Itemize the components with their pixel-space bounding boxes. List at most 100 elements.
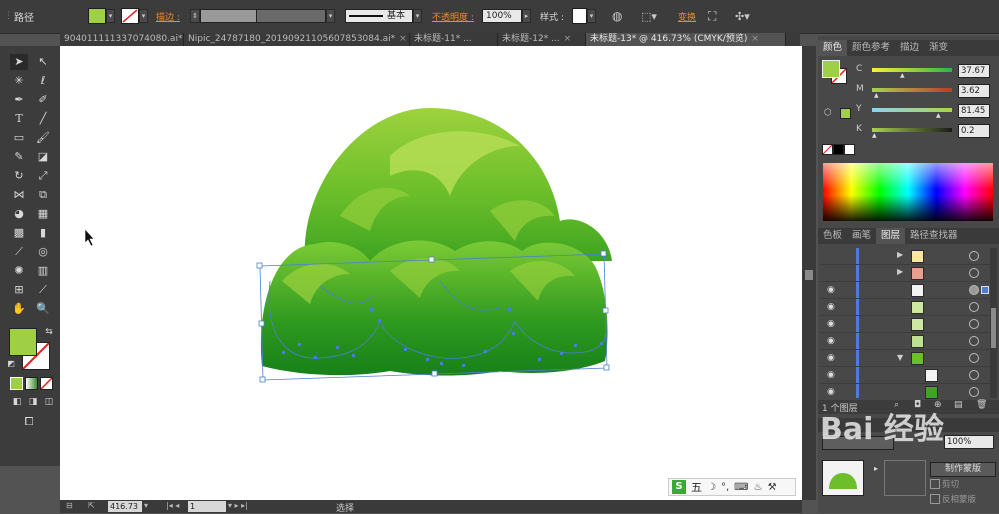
selection-tool-icon[interactable]: ➤ [10, 54, 28, 70]
trash-icon[interactable]: 🗑 [976, 400, 987, 410]
share-icon[interactable]: ⇱ [88, 501, 95, 510]
next-artboard-icon[interactable]: ▾ ▸ ▸| [228, 501, 248, 510]
moon-icon[interactable]: ☽ [707, 482, 716, 493]
free-transform-tool-icon[interactable]: ⧉ [34, 187, 52, 203]
expand-arrow-icon[interactable]: ▶ [897, 267, 903, 276]
envelope-icon[interactable]: ✣▾ [735, 8, 750, 24]
scale-tool-icon[interactable]: ⤢ [34, 168, 52, 184]
tab-color-guide[interactable]: 颜色参考 [847, 40, 895, 56]
slider-m[interactable]: M ▲ 3.62 [856, 84, 999, 99]
none-mode-icon[interactable] [40, 377, 53, 390]
layer-row[interactable]: ◉ [821, 384, 996, 401]
vertical-scrollbar[interactable] [802, 46, 816, 500]
width-tool-icon[interactable]: ⋈ [10, 187, 28, 203]
line-tool-icon[interactable]: ╱ [34, 111, 52, 127]
stroke-weight-stepper[interactable]: ⇕ [190, 9, 200, 23]
bush-illustration[interactable] [60, 46, 802, 500]
tab-doc-active[interactable]: 未标题-13* @ 416.73% (CMYK/预览) × [586, 33, 786, 46]
slice-tool-icon[interactable]: ⟋ [34, 282, 52, 298]
ime-mode-label[interactable]: 五 [691, 479, 702, 495]
type-tool-icon[interactable]: T [10, 111, 28, 127]
artboard-number-field[interactable]: 1 [188, 501, 226, 512]
slider-y[interactable]: Y ▲ 81.45 [856, 104, 999, 119]
layer-row[interactable]: ◉ [821, 367, 996, 384]
artboard-canvas[interactable]: S 五 ☽ °, ⌨ ♨ ⚒ [60, 46, 802, 500]
layer-row[interactable]: ◉ [821, 333, 996, 350]
direct-selection-tool-icon[interactable]: ↖ [34, 54, 52, 70]
slider-track[interactable] [872, 88, 952, 92]
scroll-thumb[interactable] [991, 308, 996, 348]
curvature-tool-icon[interactable]: ✐ [34, 92, 52, 108]
eye-icon[interactable]: ◉ [827, 285, 837, 295]
symbol-sprayer-tool-icon[interactable]: ✺ [10, 263, 28, 279]
gradient-mode-icon[interactable] [25, 377, 38, 390]
skin-icon[interactable]: ♨ [754, 482, 763, 493]
stroke-swatch[interactable] [121, 8, 139, 24]
opacity-dropdown[interactable]: ▸ [522, 9, 531, 23]
black-swatch[interactable] [833, 144, 844, 155]
opacity-field[interactable]: 100% [482, 9, 522, 23]
link-icon[interactable]: ▸ [874, 464, 878, 473]
tab-gradient[interactable]: 渐变 [924, 40, 953, 56]
layer-row[interactable]: ◉ ▼ [821, 350, 996, 367]
shape-builder-tool-icon[interactable]: ◕ [10, 206, 28, 222]
none-swatch[interactable] [822, 144, 833, 155]
column-graph-tool-icon[interactable]: ▥ [34, 263, 52, 279]
tab-doc-4[interactable]: 未标题-12* ... × [498, 33, 586, 46]
layer-row[interactable]: ▶ [821, 248, 996, 265]
target-icon[interactable] [969, 268, 979, 278]
brush-dropdown[interactable]: ▾ [413, 9, 422, 23]
tab-color[interactable]: 颜色 [818, 40, 848, 56]
layer-row[interactable]: ▶ [821, 265, 996, 282]
eye-icon[interactable]: ◉ [827, 302, 837, 312]
mesh-tool-icon[interactable]: ▩ [10, 225, 28, 241]
zoom-dropdown[interactable]: ▾ [144, 501, 148, 510]
target-icon[interactable] [969, 319, 979, 329]
isolate-icon[interactable]: ⛶ [708, 8, 716, 24]
gradient-tool-icon[interactable]: ▮ [34, 225, 52, 241]
target-icon[interactable] [969, 353, 979, 363]
tab-doc-1[interactable]: 9040111113370740​80.ai*× [60, 33, 184, 46]
layer-row[interactable]: ◉ [821, 282, 996, 299]
variable-width-field[interactable] [256, 9, 326, 23]
slider-track[interactable] [872, 128, 952, 132]
expand-arrow-icon[interactable]: ▶ [897, 250, 903, 259]
slider-k[interactable]: K ▲ 0.2 [856, 124, 999, 139]
fill-dropdown[interactable]: ▾ [106, 9, 115, 23]
align-icon[interactable]: ⬚▾ [641, 8, 657, 24]
hand-tool-icon[interactable]: ✋ [10, 301, 28, 317]
tools-icon[interactable]: ⚒ [768, 482, 777, 493]
web-safe-swatch[interactable] [840, 108, 851, 119]
eyedropper-tool-icon[interactable]: ⟋ [10, 244, 28, 260]
slider-thumb[interactable]: ▲ [874, 92, 879, 99]
zoom-field[interactable]: 416.73 [108, 501, 142, 512]
keyboard-icon[interactable]: ⌨ [734, 482, 748, 493]
channel-value[interactable]: 81.45 [958, 104, 990, 118]
fill-swatch[interactable] [88, 8, 106, 24]
scroll-thumb[interactable] [805, 270, 813, 280]
make-mask-button[interactable]: 制作蒙版 [930, 462, 996, 477]
tab-doc-2[interactable]: Nipic_24787180_20190921105607853084.ai* × [184, 33, 410, 46]
blend-tool-icon[interactable]: ◎ [34, 244, 52, 260]
mask-thumbnail[interactable] [884, 460, 926, 496]
default-colors-icon[interactable]: ◩ [2, 356, 20, 372]
layers-scrollbar[interactable] [990, 248, 997, 398]
opacity-label[interactable]: 不透明度 : [432, 10, 474, 23]
eye-icon[interactable]: ◉ [827, 319, 837, 329]
eraser-tool-icon[interactable]: ◪ [34, 149, 52, 165]
perspective-grid-tool-icon[interactable]: ▦ [34, 206, 52, 222]
punctuation-icon[interactable]: °, [721, 482, 729, 493]
tab-swatches[interactable]: 色板 [818, 228, 847, 244]
draw-inside-icon[interactable]: ◫ [40, 394, 58, 410]
zoom-tool-icon[interactable]: 🔍 [34, 301, 52, 317]
eye-icon[interactable]: ◉ [827, 336, 837, 346]
tab-pathfinder[interactable]: 路径查找器 [905, 228, 963, 244]
collapse-arrow-icon[interactable]: ▼ [897, 353, 903, 362]
target-icon[interactable] [969, 387, 979, 397]
graphic-style-swatch[interactable] [572, 8, 587, 24]
tab-brushes[interactable]: 画笔 [847, 228, 876, 244]
fill-color-front[interactable] [9, 328, 37, 356]
layer-row[interactable]: ◉ [821, 299, 996, 316]
stroke-weight-field[interactable] [200, 9, 260, 23]
sogou-icon[interactable]: S [672, 480, 686, 494]
